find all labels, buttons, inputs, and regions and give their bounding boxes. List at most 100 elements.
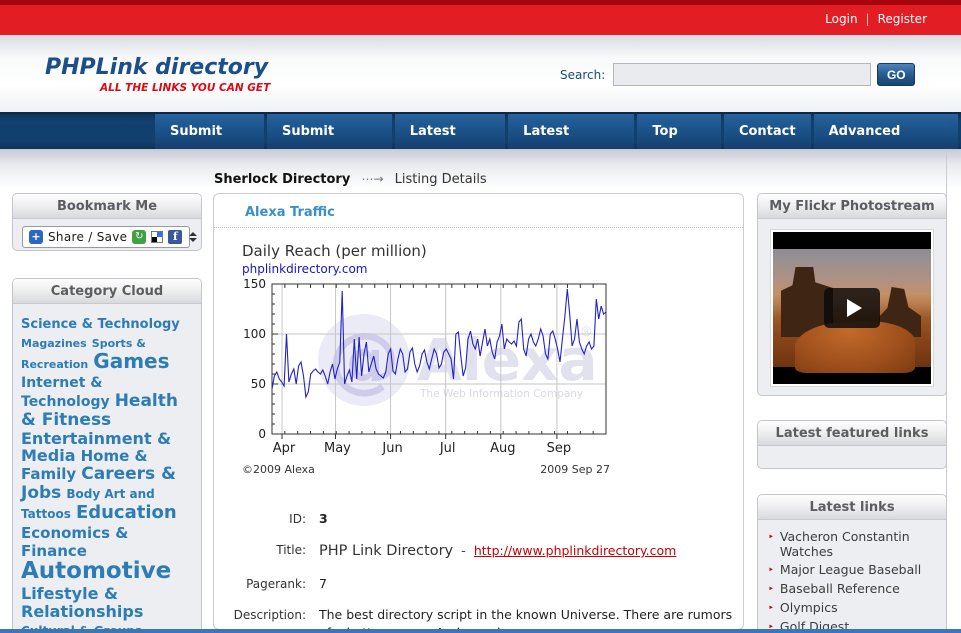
breadcrumb-arrow-icon: ⋯→ xyxy=(361,172,383,186)
latest-featured-links-body xyxy=(758,446,946,468)
logo-title: PHPLink directory xyxy=(45,55,270,80)
latest-link-item: ‣Vacheron Constantin Watches xyxy=(768,529,940,559)
detail-row-id: ID: 3 xyxy=(214,510,743,528)
latest-links-box: Latest links ‣Vacheron Constantin Watche… xyxy=(757,494,947,633)
cloud-link-magazines[interactable]: Magazines xyxy=(21,337,87,350)
x-month-label: Jun xyxy=(381,441,402,456)
pagerank-value: 7 xyxy=(319,575,327,593)
nav-tab-advanced-search[interactable]: Advanced Search xyxy=(814,114,958,149)
flickr-photostream-title: My Flickr Photostream xyxy=(758,194,946,219)
latest-link-item: ‣Baseball Reference xyxy=(768,581,940,597)
latest-links-title: Latest links xyxy=(758,495,946,520)
title-separator: - xyxy=(461,544,466,559)
cloud-link-science-technology[interactable]: Science & Technology xyxy=(21,317,180,332)
y-tick-label: 0 xyxy=(258,427,266,441)
alexa-watermark-reg: ® xyxy=(580,325,593,340)
share-save-label: Share / Save xyxy=(48,230,127,244)
alexa-traffic-title: Alexa Traffic xyxy=(214,194,743,228)
main-nav-bar: Submit LinkSubmit ArticleLatest LinksLat… xyxy=(0,112,961,149)
login-link[interactable]: Login xyxy=(825,12,857,26)
cloud-link-economics-finance[interactable]: Economics & Finance xyxy=(21,524,128,560)
nav-tab-contact[interactable]: Contact xyxy=(724,114,811,149)
title-value: PHP Link Directory-http://www.phplinkdir… xyxy=(319,541,676,562)
search-go-button[interactable]: GO xyxy=(877,63,915,86)
latest-link-item: ‣ Major League Baseball xyxy=(768,562,940,578)
chart-date: 2009 Sep 27 xyxy=(540,463,610,476)
red-bullet-icon: ‣ xyxy=(768,601,774,616)
flickr-video-frame xyxy=(770,229,934,387)
alexa-chart-svg: @Alexa®The Web Information Company050100… xyxy=(242,278,614,458)
search-input[interactable] xyxy=(613,63,871,86)
alexa-traffic-chart: Daily Reach (per million) phplinkdirecto… xyxy=(242,242,614,476)
bookmark-me-box: Bookmark Me + Share / Save ↻ f xyxy=(12,193,202,251)
nav-tab-latest-articles[interactable]: Latest Articles xyxy=(508,114,634,149)
category-cloud-title: Category Cloud xyxy=(13,279,201,304)
register-link[interactable]: Register xyxy=(878,12,927,26)
latest-link-item: ‣ Olympics xyxy=(768,600,940,616)
foreground-rock-shape xyxy=(795,321,915,373)
top-red-bar: Login | Register xyxy=(0,5,961,35)
latest-link-olympics[interactable]: Olympics xyxy=(780,600,838,616)
cloud-link-lifestyle-relationships[interactable]: Lifestyle & Relationships xyxy=(21,584,143,621)
nav-right-separator xyxy=(944,114,947,149)
listing-url-link[interactable]: http://www.phplinkdirectory.com xyxy=(474,543,677,558)
id-label: ID: xyxy=(214,510,306,528)
auth-links: Login | Register xyxy=(825,12,927,26)
share-widget-wrap: + Share / Save ↻ f xyxy=(13,219,201,251)
cloud-link-games[interactable]: Games xyxy=(93,349,169,373)
x-month-label: Jul xyxy=(439,441,456,456)
add-plus-icon: + xyxy=(29,230,43,244)
share-refresh-icon: ↻ xyxy=(132,230,146,244)
y-tick-label: 50 xyxy=(251,377,266,391)
cloud-link-automotive[interactable]: Automotive xyxy=(21,558,171,584)
bookmark-me-title: Bookmark Me xyxy=(13,194,201,219)
x-month-label: Sep xyxy=(547,441,572,456)
facebook-icon: f xyxy=(168,230,182,244)
chart-footer: ©2009 Alexa 2009 Sep 27 xyxy=(242,463,610,476)
chart-copyright: ©2009 Alexa xyxy=(242,463,315,476)
nav-tab-top-hits[interactable]: Top Hits xyxy=(637,114,721,149)
x-month-label: Apr xyxy=(273,441,296,456)
main-nav: Submit LinkSubmit ArticleLatest LinksLat… xyxy=(155,114,961,149)
listing-details-panel: Alexa Traffic Daily Reach (per million) … xyxy=(213,193,744,630)
detail-row-pagerank: Pagerank: 7 xyxy=(214,575,743,593)
search-zone: Search: GO xyxy=(560,63,915,86)
latest-link-vacheron-constantin-watches[interactable]: Vacheron Constantin Watches xyxy=(780,529,940,559)
flickr-video-thumbnail[interactable] xyxy=(773,232,931,384)
id-value: 3 xyxy=(319,510,328,528)
breadcrumb-current: Listing Details xyxy=(395,172,487,187)
breadcrumb-root[interactable]: Sherlock Directory xyxy=(214,172,350,187)
nav-tab-submit-link[interactable]: Submit Link xyxy=(155,114,264,149)
cloud-link-internet-technology[interactable]: Internet & Technology xyxy=(21,375,110,410)
play-button-icon[interactable] xyxy=(824,288,880,328)
chart-subtitle: phplinkdirectory.com xyxy=(242,262,614,276)
latest-link-major-league-baseball[interactable]: Major League Baseball xyxy=(780,562,921,578)
x-month-label: Aug xyxy=(490,441,515,456)
dropdown-updown-icon[interactable] xyxy=(189,232,197,242)
share-save-button[interactable]: + Share / Save ↻ f xyxy=(22,226,190,248)
category-cloud-list: Science & Technology Magazines Sports & … xyxy=(13,304,201,633)
site-logo[interactable]: PHPLink directory ALL THE LINKS YOU CAN … xyxy=(45,55,270,94)
auth-separator: | xyxy=(866,12,870,26)
delicious-icon xyxy=(151,231,163,243)
latest-links-list: ‣Vacheron Constantin Watches‣Major Leagu… xyxy=(758,520,946,633)
bottom-blue-strip xyxy=(0,629,961,633)
detail-row-title: Title: PHP Link Directory-http://www.php… xyxy=(214,541,743,562)
cloud-link-education[interactable]: Education xyxy=(76,502,177,523)
listing-details: ID: 3 Title: PHP Link Directory-http://w… xyxy=(214,510,743,633)
latest-link-baseball-reference[interactable]: Baseball Reference xyxy=(780,581,900,597)
latest-featured-links-title: Latest featured links xyxy=(758,421,946,446)
search-label: Search: xyxy=(560,68,605,82)
red-bullet-icon: ‣ xyxy=(768,530,774,559)
nav-tab-submit-article[interactable]: Submit Article xyxy=(267,114,392,149)
nav-tab-latest-links[interactable]: Latest Links xyxy=(395,114,505,149)
breadcrumb: Sherlock Directory ⋯→ Listing Details xyxy=(214,172,487,187)
page: Login | Register PHPLink directory ALL THE… xyxy=(0,0,961,633)
x-month-label: May xyxy=(324,441,351,456)
red-bullet-icon: ‣ xyxy=(768,563,774,578)
flickr-photostream-box: My Flickr Photostream xyxy=(757,193,947,396)
pagerank-label: Pagerank: xyxy=(214,575,306,593)
chart-title: Daily Reach (per million) xyxy=(242,242,614,260)
title-label: Title: xyxy=(214,541,306,562)
site-header: PHPLink directory ALL THE LINKS YOU CAN … xyxy=(0,35,961,112)
